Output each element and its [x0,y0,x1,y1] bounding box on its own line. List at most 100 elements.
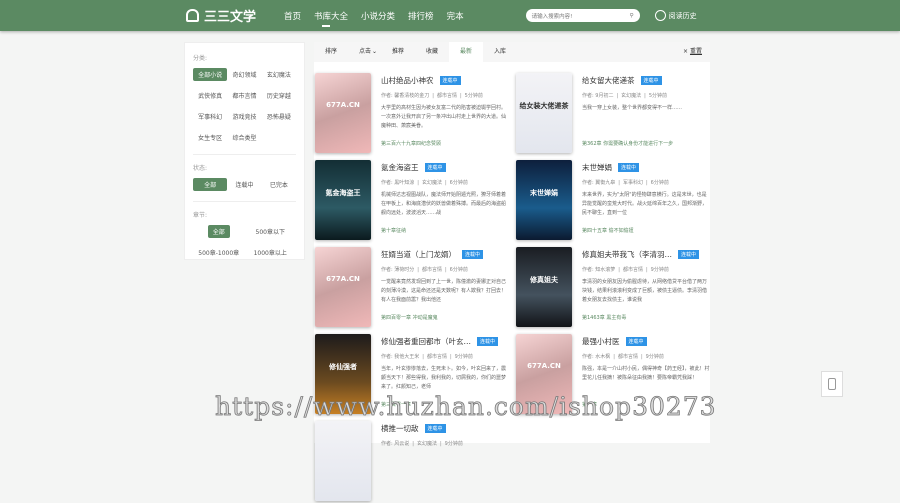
status-option[interactable]: 连载中 [227,178,261,191]
mobile-view-button[interactable] [821,371,843,397]
category-option[interactable]: 综合类型 [227,131,261,144]
book-genre[interactable]: 都市言情 [422,267,442,273]
book-title[interactable]: 氪金海盗王 [381,162,419,173]
book-card[interactable]: 横推一切敌 连载中 作者: 风云说 | 玄幻魔法 | 9分钟前 [315,421,510,503]
site-logo[interactable]: 三三文学 [186,6,284,25]
chapter-option[interactable]: 500章以下 [245,225,297,238]
book-author[interactable]: 作者: 水木枫 [582,354,610,360]
chevron-down-icon: ⌄ [372,48,378,55]
book-title[interactable]: 修真姐夫带我飞（李清羽… [582,249,672,260]
update-time: 9分钟前 [444,441,463,447]
category-label: 分类: [193,55,208,62]
book-author[interactable]: 作者: 9月初二 [582,93,613,99]
update-time: 6分钟前 [650,180,669,186]
category-option[interactable]: 历史穿越 [262,89,296,102]
latest-chapter[interactable]: 第1463章 黑主有毒 [582,314,711,321]
nav-item[interactable]: 排行榜 [408,10,434,22]
book-genre[interactable]: 玄幻魔法 [422,180,442,186]
book-cover[interactable]: 末世婵娟 [516,160,572,240]
status-label: 状态: [193,165,208,172]
reading-history-link[interactable]: 阅读历史 [654,10,697,21]
book-author[interactable]: 作者: 知水滚萝 [582,267,615,273]
status-badge: 连载中 [462,250,484,259]
book-genre[interactable]: 都市言情 [427,354,447,360]
category-option[interactable]: 全部小说 [193,68,228,81]
category-option[interactable]: 奇幻领域 [227,68,261,81]
sort-option[interactable]: 入库 [483,42,517,62]
reset-label: 重置 [689,48,702,55]
sort-option[interactable]: 推荐 [381,42,415,62]
book-card[interactable]: 修真姐夫 修真姐夫带我飞（李清羽… 连载中 作者: 知水滚萝 | 都市言情 | 9分钟前 … [516,247,711,329]
status-option[interactable]: 已完本 [262,178,296,191]
book-author[interactable]: 作者: 翼衡九皋 [582,180,615,186]
book-card[interactable]: 末世婵娟 末世婵娟 连载中 作者: 翼衡九皋 | 军事科幻 | 6分钟前 末来世界，实为"… [516,160,711,242]
book-genre[interactable]: 都市言情 [437,93,457,99]
reset-button[interactable]: × 重置 [683,42,710,62]
book-author[interactable]: 作者: 薄荷时分 [381,267,414,273]
update-time: 6分钟前 [449,180,468,186]
nav-item[interactable]: 书库大全 [314,10,348,27]
book-description: 陈强，本是一介山村小民，偶得神奇【药王经】，被此！村里花儿任我摘！被陈朵征由我摘… [582,366,710,381]
book-cover[interactable]: 677A.CN [315,247,371,327]
category-option[interactable]: 游戏竞技 [227,110,261,123]
chapter-option[interactable]: 1000章以上 [245,246,297,259]
book-genre[interactable]: 都市言情 [618,354,638,360]
category-option[interactable]: 恐怖悬疑 [262,110,296,123]
book-cover[interactable]: 给女装大佬递茶 [516,73,572,153]
search-input[interactable]: 请输入搜索内容! ⚲ [525,9,640,22]
book-card[interactable]: 氪金海盗王 氪金海盗王 连载中 作者: 黑叶知涼 | 玄幻魔法 | 6分钟前 机械师达志视… [315,160,510,242]
category-option[interactable]: 女生专区 [193,131,227,144]
category-option[interactable]: 玄幻魔法 [262,68,296,81]
book-description: 大学里的高材生因为被女友富二代的陷害被迫辍学回村。一次意外让我开启了另一条冲出山… [381,105,507,129]
cover-title: 末世婵娟 [530,189,558,197]
chapter-label: 章节: [193,212,208,219]
book-list-panel: 排序 点击 ⌄ 推荐 收藏 最新 入库 × 重置 677A.CN 山村绝品小神农 连载中 作者:… [314,42,711,501]
book-title[interactable]: 狂婿当道（上门龙婿） [381,249,456,260]
book-title[interactable]: 横推一切敌 [381,423,419,434]
book-author[interactable]: 作者: 我他大王米 [381,354,419,360]
book-genre[interactable]: 军事科幻 [623,180,643,186]
cover-title: 修真姐夫 [530,276,558,284]
book-description: 当我一穿上女装，整个世界都变得不一样…… [582,105,683,111]
latest-chapter[interactable]: 第十章征纳 [381,227,510,234]
book-description: 一觉醒来竟然发现回到了上一世，陈僮澈的妻娜正对自己的刻薄冷漠，这是命还还是天数呢… [381,279,507,303]
nav-item[interactable]: 完本 [447,10,464,22]
book-genre[interactable]: 都市言情 [623,267,643,273]
chapter-option[interactable]: 全部 [207,225,230,238]
book-cover[interactable]: 氪金海盗王 [315,160,371,240]
category-option[interactable]: 军事科幻 [193,110,227,123]
nav-item[interactable]: 小说分类 [361,10,395,22]
watermark: https://www.huzhan.com/ishop30273 [215,392,717,422]
sort-option[interactable]: 最新 [449,42,484,62]
search-icon[interactable]: ⚲ [630,13,634,19]
book-title[interactable]: 修仙强者重回都市（叶玄… [381,336,471,347]
book-title[interactable]: 最强小村医 [582,336,620,347]
sort-option[interactable]: 排序 [314,42,348,62]
latest-chapter[interactable]: 第362章 你需要确认身份才能进行下一步 [582,140,711,147]
latest-chapter[interactable]: 第四百零一章 冲动是魔鬼 [381,314,510,321]
latest-chapter[interactable]: 第四十五章 偷不如偷妞 [582,227,711,234]
book-cover[interactable]: 修真姐夫 [516,247,572,327]
book-author[interactable]: 作者: 风云说 [381,441,409,447]
book-genre[interactable]: 玄幻魔法 [417,441,437,447]
book-card[interactable]: 677A.CN 狂婿当道（上门龙婿） 连载中 作者: 薄荷时分 | 都市言情 | 6分钟前… [315,247,510,329]
book-description: 末来世界，实为"太阴"的怪物肆意横行。这是末世，也是异能觉醒的蛮荒大时代。战火延… [582,192,708,216]
chapter-option[interactable]: 500章-1000章 [193,246,245,259]
nav-item[interactable]: 首页 [284,10,301,22]
status-option[interactable]: 全部 [193,178,228,191]
category-option[interactable]: 都市言情 [227,89,261,102]
book-cover[interactable]: 677A.CN [315,73,371,153]
book-card[interactable]: 给女装大佬递茶 给女留大佬递茶 连载中 作者: 9月初二 | 玄幻魔法 | 5分钟前 当我… [516,73,711,155]
book-genre[interactable]: 玄幻魔法 [621,93,641,99]
book-author[interactable]: 作者: 馨香清枝的金刀 [381,93,429,99]
book-cover[interactable] [315,421,371,501]
book-author[interactable]: 作者: 黑叶知涼 [381,180,414,186]
book-title[interactable]: 末世婵娟 [582,162,612,173]
latest-chapter[interactable]: 第三百六十九章四纪念赞顾 [381,140,510,147]
sort-option[interactable]: 收藏 [415,42,449,62]
book-title[interactable]: 给女留大佬递茶 [582,75,635,86]
category-option[interactable]: 武侠修真 [193,89,227,102]
book-card[interactable]: 677A.CN 山村绝品小神农 连载中 作者: 馨香清枝的金刀 | 都市言情 | 5分钟前… [315,73,510,155]
cover-title: 修仙强者 [329,363,357,371]
book-title[interactable]: 山村绝品小神农 [381,75,434,86]
